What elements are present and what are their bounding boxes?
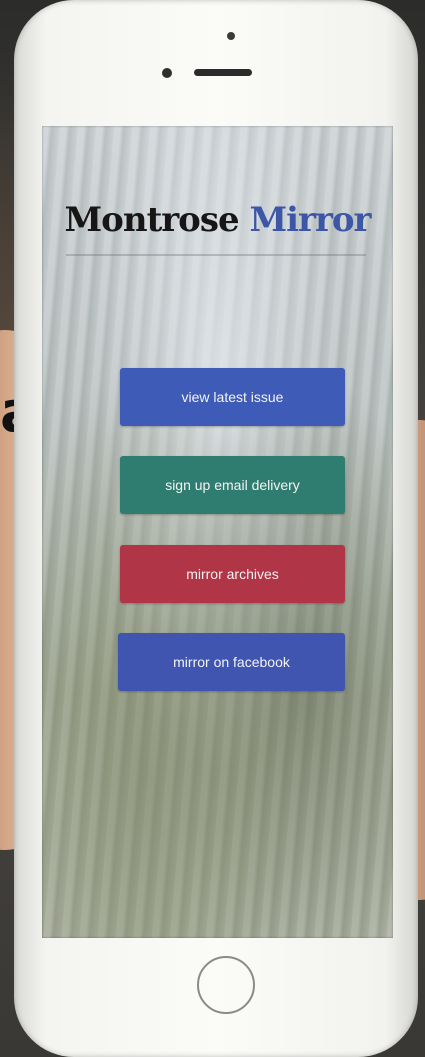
earpiece-speaker xyxy=(194,69,252,76)
camera-dot xyxy=(227,32,235,40)
app-screen: Montrose Mirror view latest issue sign u… xyxy=(42,126,393,938)
phone-body: Montrose Mirror view latest issue sign u… xyxy=(14,0,418,1057)
front-camera-icon xyxy=(162,68,172,78)
sign-up-email-button[interactable]: sign up email delivery xyxy=(120,456,345,514)
home-button[interactable] xyxy=(197,956,255,1014)
photo-scene: a Montrose Mirror view latest issue sign… xyxy=(0,0,425,1057)
app-logo: Montrose Mirror xyxy=(42,200,393,240)
mirror-on-facebook-button[interactable]: mirror on facebook xyxy=(118,633,345,691)
view-latest-issue-button[interactable]: view latest issue xyxy=(120,368,345,426)
mirror-archives-button[interactable]: mirror archives xyxy=(120,545,345,603)
logo-word-mirror: Mirror xyxy=(249,200,371,240)
logo-word-montrose: Montrose xyxy=(64,200,240,240)
logo-underline xyxy=(66,254,366,256)
